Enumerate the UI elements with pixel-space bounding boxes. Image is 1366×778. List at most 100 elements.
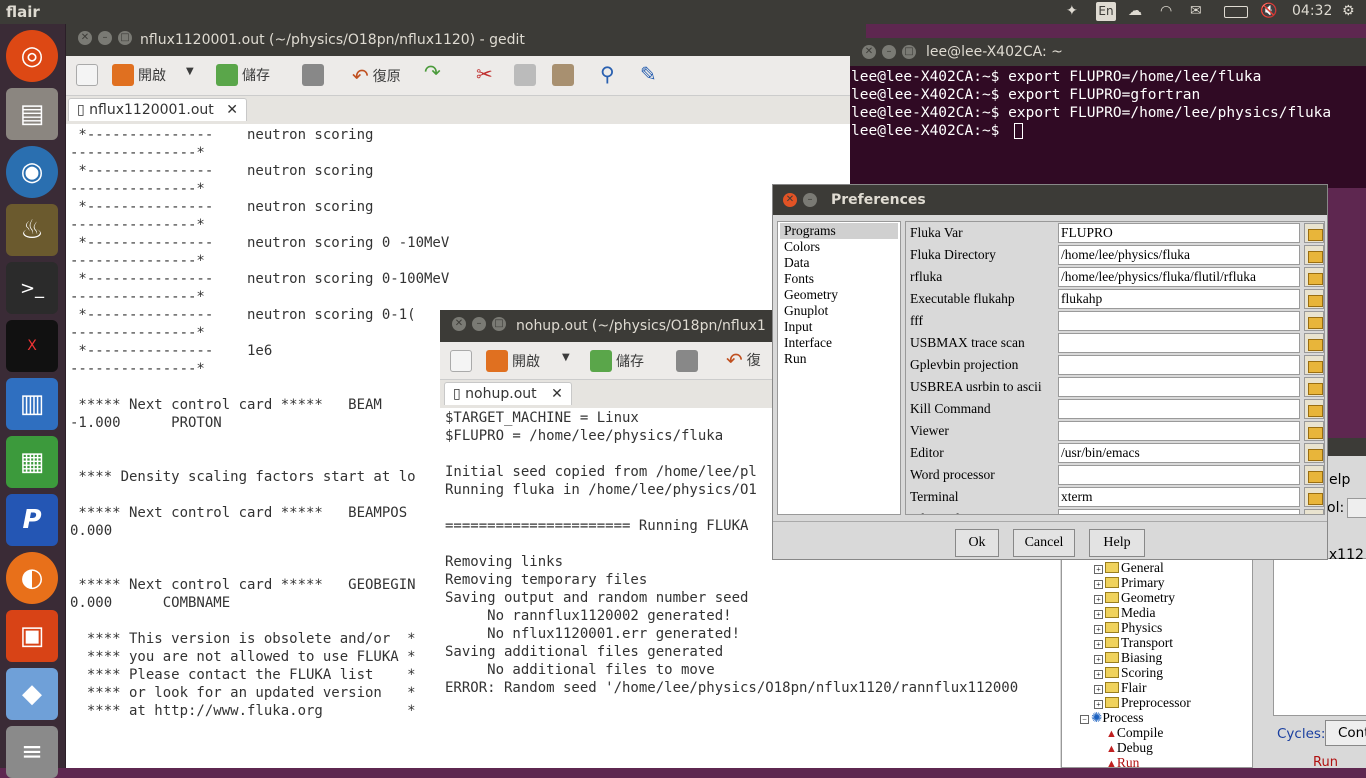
open-dropdown[interactable]: ▼	[562, 352, 570, 363]
category-interface[interactable]: Interface	[784, 335, 832, 351]
terminal-output[interactable]: lee@lee-X402CA:~$ export FLUPRO=/home/le…	[851, 68, 1366, 188]
expand-icon[interactable]: +	[1094, 655, 1103, 664]
pref-value-input[interactable]	[1058, 311, 1300, 331]
expand-icon[interactable]: +	[1094, 670, 1103, 679]
browse-folder-icon[interactable]	[1304, 487, 1324, 507]
pref-value-input[interactable]: /home/lee/physics/fluka	[1058, 245, 1300, 265]
cut-button[interactable]: ✂	[476, 62, 493, 86]
stack-icon[interactable]: ≡	[6, 726, 58, 778]
firefox-icon[interactable]: ◐	[6, 552, 58, 604]
pref-value-input[interactable]: xterm	[1058, 487, 1300, 507]
p-app-icon[interactable]: P	[6, 494, 58, 546]
minimize-icon[interactable]: –	[882, 45, 896, 59]
pref-value-input[interactable]: FLUPRO	[1058, 223, 1300, 243]
minimize-icon[interactable]: –	[98, 31, 112, 45]
pref-value-input[interactable]	[1058, 355, 1300, 375]
category-gnuplot[interactable]: Gnuplot	[784, 303, 828, 319]
tree-item-flair[interactable]: + Flair	[1094, 680, 1147, 696]
maximize-icon[interactable]: □	[118, 31, 132, 45]
tree-item-media[interactable]: + Media	[1094, 605, 1156, 621]
wifi-icon[interactable]: ◠	[1160, 3, 1172, 19]
run-item[interactable]: Run	[1313, 755, 1338, 768]
expand-icon[interactable]: +	[1094, 565, 1103, 574]
ok-button[interactable]: Ok	[955, 529, 999, 557]
writer-icon[interactable]: ▥	[6, 378, 58, 430]
expand-icon[interactable]: +	[1094, 700, 1103, 709]
category-data[interactable]: Data	[784, 255, 809, 271]
close-icon[interactable]: ✕	[783, 193, 797, 207]
tree-item-run[interactable]: ▲Run	[1106, 755, 1139, 768]
chromium-icon[interactable]: ◉	[6, 146, 58, 198]
new-button[interactable]	[76, 64, 98, 86]
xterm-icon[interactable]: X	[6, 320, 58, 372]
tree-item-transport[interactable]: + Transport	[1094, 635, 1173, 651]
browse-folder-icon[interactable]	[1304, 245, 1324, 265]
browse-folder-icon[interactable]	[1304, 509, 1324, 514]
ubuntu-icon[interactable]: ◎	[6, 30, 58, 82]
tree-item-biasing[interactable]: + Biasing	[1094, 650, 1162, 666]
help-menu[interactable]: elp	[1329, 472, 1350, 488]
browse-folder-icon[interactable]	[1304, 377, 1324, 397]
save-button[interactable]: 儲存	[216, 64, 270, 86]
print-button[interactable]	[676, 350, 698, 372]
terminal-icon[interactable]: >_	[6, 262, 58, 314]
expand-icon[interactable]: +	[1094, 685, 1103, 694]
mail-icon[interactable]: ✉	[1190, 3, 1202, 19]
expand-icon[interactable]: +	[1094, 595, 1103, 604]
category-fonts[interactable]: Fonts	[784, 271, 814, 287]
copy-button[interactable]	[514, 64, 536, 86]
maximize-icon[interactable]: □	[902, 45, 916, 59]
dropbox-icon[interactable]: ✦	[1066, 3, 1078, 19]
pref-value-input[interactable]: flukahp	[1058, 289, 1300, 309]
find-button[interactable]: ⚲	[600, 62, 615, 86]
browse-folder-icon[interactable]	[1304, 399, 1324, 419]
pref-value-input[interactable]: /usr/bin/emacs	[1058, 443, 1300, 463]
open-button[interactable]: 開啟	[486, 350, 540, 372]
close-icon[interactable]: ✕	[452, 317, 466, 331]
cancel-button[interactable]: Cancel	[1013, 529, 1075, 557]
tab-nohup[interactable]: ▯ nohup.out ✕	[444, 382, 572, 405]
cloud-icon[interactable]: ☁	[1128, 3, 1142, 19]
redo-button[interactable]: ↷	[424, 60, 441, 84]
help-button[interactable]: Help	[1089, 529, 1145, 557]
battery-icon[interactable]	[1224, 6, 1248, 18]
category-input[interactable]: Input	[784, 319, 813, 335]
pref-value-input[interactable]	[1058, 421, 1300, 441]
category-programs[interactable]: Programs	[780, 223, 898, 239]
undo-button[interactable]: ↶ 復原	[352, 64, 401, 88]
tab-close-icon[interactable]: ✕	[226, 102, 238, 118]
browse-folder-icon[interactable]	[1304, 421, 1324, 441]
save-button[interactable]: 儲存	[590, 350, 644, 372]
expand-icon[interactable]: +	[1094, 580, 1103, 589]
category-geometry[interactable]: Geometry	[784, 287, 838, 303]
package-icon[interactable]: ◆	[6, 668, 58, 720]
browse-folder-icon[interactable]	[1304, 465, 1324, 485]
tree-item-process[interactable]: − ✺Process	[1080, 710, 1144, 726]
clock[interactable]: 04:32	[1292, 3, 1332, 19]
browse-folder-icon[interactable]	[1304, 311, 1324, 331]
pref-value-input[interactable]	[1058, 399, 1300, 419]
tab-nflux[interactable]: ▯ nflux1120001.out ✕	[68, 98, 247, 121]
keyboard-layout-indicator[interactable]: En	[1096, 2, 1116, 21]
close-icon[interactable]: ✕	[862, 45, 876, 59]
pref-value-input[interactable]: /home/lee/physics/fluka/flutil/rfluka	[1058, 267, 1300, 287]
open-dropdown[interactable]: ▼	[186, 66, 194, 77]
browse-folder-icon[interactable]	[1304, 289, 1324, 309]
undo-button[interactable]: ↶ 復	[726, 348, 761, 372]
cont-button[interactable]: Cont	[1325, 720, 1366, 746]
browse-folder-icon[interactable]	[1304, 355, 1324, 375]
tree-item-scoring[interactable]: + Scoring	[1094, 665, 1163, 681]
tree-item-primary[interactable]: + Primary	[1094, 575, 1165, 591]
tab-close-icon[interactable]: ✕	[551, 386, 563, 402]
new-button[interactable]	[450, 350, 472, 372]
flair-icon[interactable]: ♨	[6, 204, 58, 256]
tree-item-preprocessor[interactable]: + Preprocessor	[1094, 695, 1191, 711]
browse-folder-icon[interactable]	[1304, 333, 1324, 353]
pref-value-input[interactable]	[1058, 377, 1300, 397]
browse-folder-icon[interactable]	[1304, 267, 1324, 287]
pointer-icon[interactable]	[1347, 498, 1366, 518]
maximize-icon[interactable]: □	[492, 317, 506, 331]
minimize-icon[interactable]: –	[472, 317, 486, 331]
print-button[interactable]	[302, 64, 324, 86]
pref-value-input[interactable]	[1058, 465, 1300, 485]
